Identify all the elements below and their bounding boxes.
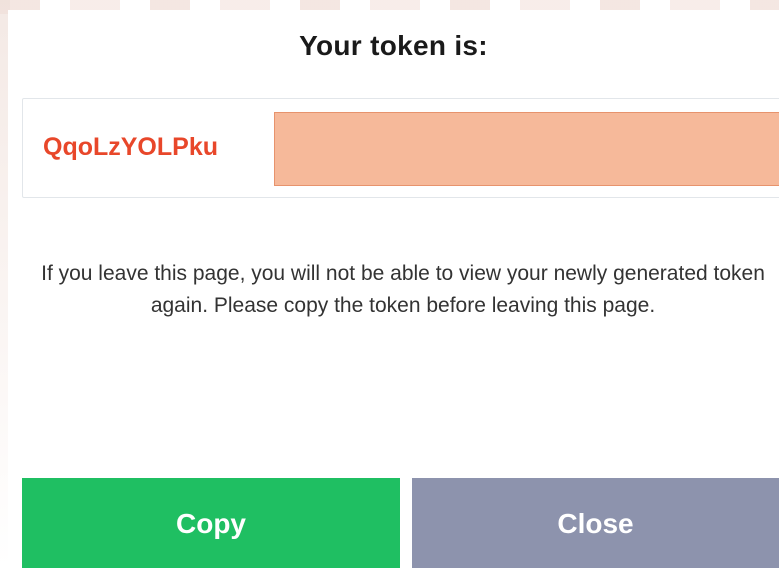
close-button[interactable]: Close [412, 478, 779, 568]
token-modal: Your token is: QqoLzYOLPku If you leave … [8, 10, 779, 568]
token-warning-text: If you leave this page, you will not be … [41, 262, 765, 317]
screen: Your token is: QqoLzYOLPku If you leave … [0, 0, 779, 568]
token-display-box[interactable]: QqoLzYOLPku [22, 98, 779, 198]
copy-button[interactable]: Copy [22, 478, 400, 568]
modal-title: Your token is: [299, 30, 488, 61]
token-redaction-overlay [274, 112, 779, 186]
token-value[interactable]: QqoLzYOLPku [43, 133, 218, 162]
